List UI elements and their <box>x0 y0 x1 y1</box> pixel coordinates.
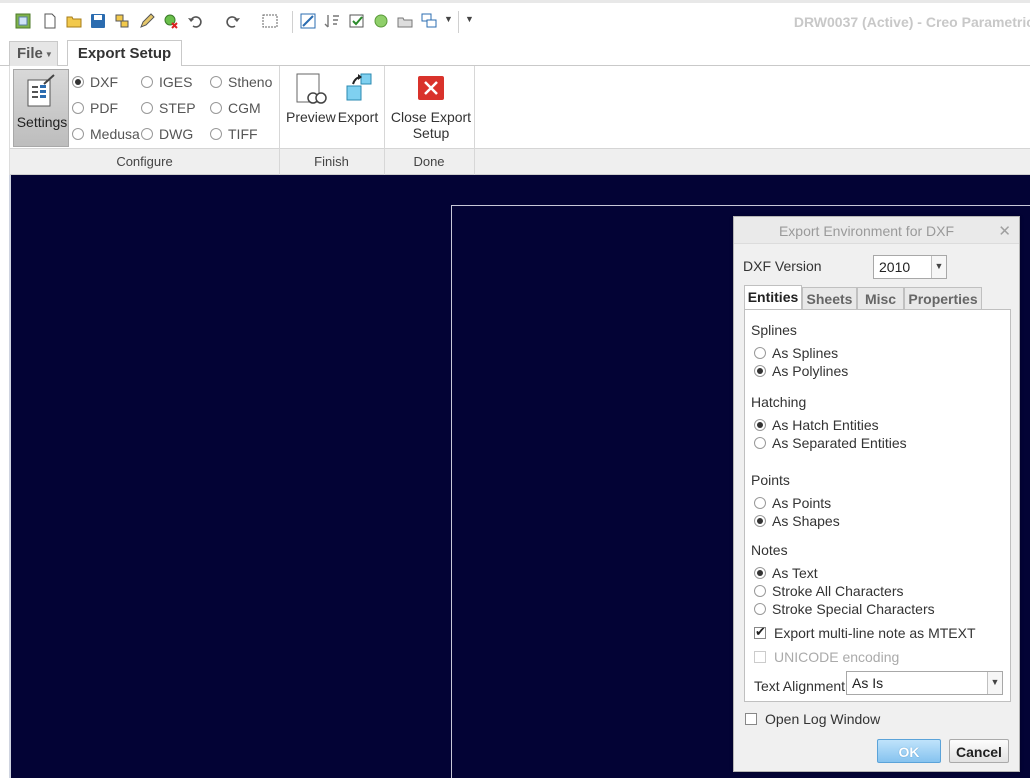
tab-properties[interactable]: Properties <box>904 287 982 309</box>
settings-button[interactable]: Settings <box>13 69 69 147</box>
format-radio-pdf[interactable]: PDF <box>72 100 118 116</box>
splines-heading: Splines <box>751 322 797 338</box>
radio-icon <box>72 76 84 88</box>
undo-icon[interactable] <box>187 13 203 29</box>
unicode-checkbox: UNICODE encoding <box>754 649 899 665</box>
tab-entities[interactable]: Entities <box>744 285 802 310</box>
save-icon[interactable] <box>90 13 106 29</box>
export-environment-dialog: Export Environment for DXF ✕ DXF Version… <box>733 216 1020 772</box>
verify-icon[interactable] <box>349 13 365 29</box>
windows-icon[interactable] <box>421 13 437 29</box>
preview-icon <box>296 73 327 104</box>
checkbox-icon <box>745 713 757 725</box>
settings-icon <box>27 74 55 107</box>
preview-button[interactable]: Preview <box>286 72 336 125</box>
open-icon[interactable] <box>66 13 82 29</box>
checkbox-icon <box>754 624 766 640</box>
format-radio-dwg[interactable]: DWG <box>141 126 193 142</box>
chevron-down-icon: ▼ <box>987 672 1002 694</box>
format-radio-dxf[interactable]: DXF <box>72 74 118 90</box>
tab-sheets[interactable]: Sheets <box>802 287 857 309</box>
hatching-as-separated-radio[interactable]: As Separated Entities <box>754 435 907 451</box>
dxf-version-select[interactable]: 2010 ▼ <box>873 255 947 279</box>
dialog-title: Export Environment for DXF <box>778 223 955 239</box>
dxf-version-label: DXF Version <box>743 258 822 274</box>
group-finish-label: Finish <box>314 154 349 169</box>
notes-as-text-radio[interactable]: As Text <box>754 565 818 581</box>
radio-icon <box>141 102 153 114</box>
ok-button[interactable]: OK <box>877 739 941 763</box>
edit-icon[interactable] <box>139 13 155 29</box>
hatching-as-hatch-radio[interactable]: As Hatch Entities <box>754 417 879 433</box>
notes-heading: Notes <box>751 542 788 558</box>
radio-icon <box>210 128 222 140</box>
erase-icon[interactable] <box>300 13 316 29</box>
ribbon-tabs: File ▼ Export Setup <box>0 38 1030 67</box>
points-as-points-radio[interactable]: As Points <box>754 495 831 511</box>
notes-stroke-all-radio[interactable]: Stroke All Characters <box>754 583 904 599</box>
more-icon[interactable]: ▼ <box>465 14 474 24</box>
format-radio-step[interactable]: STEP <box>141 100 196 116</box>
format-radio-stheno[interactable]: Stheno <box>210 74 272 90</box>
splines-as-polylines-radio[interactable]: As Polylines <box>754 363 848 379</box>
close-icon <box>418 76 444 100</box>
settings-label: Settings <box>16 114 68 130</box>
points-heading: Points <box>751 472 790 488</box>
redo-icon[interactable] <box>225 13 241 29</box>
mtext-checkbox[interactable]: Export multi-line note as MTEXT <box>754 624 976 641</box>
select-box-icon[interactable] <box>262 13 278 29</box>
folder-icon[interactable] <box>397 13 413 29</box>
chevron-down-icon: ▼ <box>931 256 946 278</box>
radio-icon <box>72 102 84 114</box>
window-title: DRW0037 (Active) - Creo Parametric <box>793 14 1030 30</box>
group-done-label: Done <box>413 154 445 169</box>
checkbox-icon <box>754 651 766 663</box>
splines-as-splines-radio[interactable]: As Splines <box>754 345 838 361</box>
dialog-titlebar[interactable]: Export Environment for DXF ✕ <box>734 217 1019 244</box>
regenerate-icon[interactable] <box>114 13 130 29</box>
radio-icon <box>72 128 84 140</box>
radio-icon <box>210 102 222 114</box>
entities-panel: Splines As Splines As Polylines Hatching… <box>744 309 1011 702</box>
format-radio-cgm[interactable]: CGM <box>210 100 261 116</box>
ribbon: Settings DXF PDF Medusa IGES STEP DWG St… <box>9 66 1030 175</box>
group-configure-label: Configure <box>116 154 173 169</box>
radio-icon <box>141 76 153 88</box>
quick-access-toolbar: ▼ ▼ DRW0037 (Active) - Creo Parametric <box>0 0 1030 38</box>
format-radio-tiff[interactable]: TIFF <box>210 126 258 142</box>
tab-export-setup[interactable]: Export Setup <box>67 40 182 67</box>
new-window-icon[interactable] <box>15 13 31 29</box>
points-as-shapes-radio[interactable]: As Shapes <box>754 513 840 529</box>
cancel-button[interactable]: Cancel <box>949 739 1009 763</box>
sort-icon[interactable] <box>324 13 340 29</box>
text-alignment-label: Text Alignment <box>754 678 846 694</box>
tab-file[interactable]: File ▼ <box>9 41 58 66</box>
text-alignment-select[interactable]: As Is ▼ <box>846 671 1003 695</box>
sphere-icon[interactable] <box>373 13 389 29</box>
tab-misc[interactable]: Misc <box>857 287 904 309</box>
export-icon <box>346 73 372 101</box>
format-radio-iges[interactable]: IGES <box>141 74 192 90</box>
open-log-window-checkbox[interactable]: Open Log Window <box>745 711 880 727</box>
export-button[interactable]: Export <box>336 72 380 125</box>
radio-icon <box>141 128 153 140</box>
radio-icon <box>210 76 222 88</box>
notes-stroke-special-radio[interactable]: Stroke Special Characters <box>754 601 935 617</box>
hatching-heading: Hatching <box>751 394 807 410</box>
close-icon[interactable]: ✕ <box>998 222 1011 240</box>
close-export-setup-button[interactable]: Close Export Setup <box>388 72 474 141</box>
new-file-icon[interactable] <box>42 13 58 29</box>
format-radio-medusa[interactable]: Medusa <box>72 126 140 142</box>
cancel-icon[interactable] <box>163 13 179 29</box>
